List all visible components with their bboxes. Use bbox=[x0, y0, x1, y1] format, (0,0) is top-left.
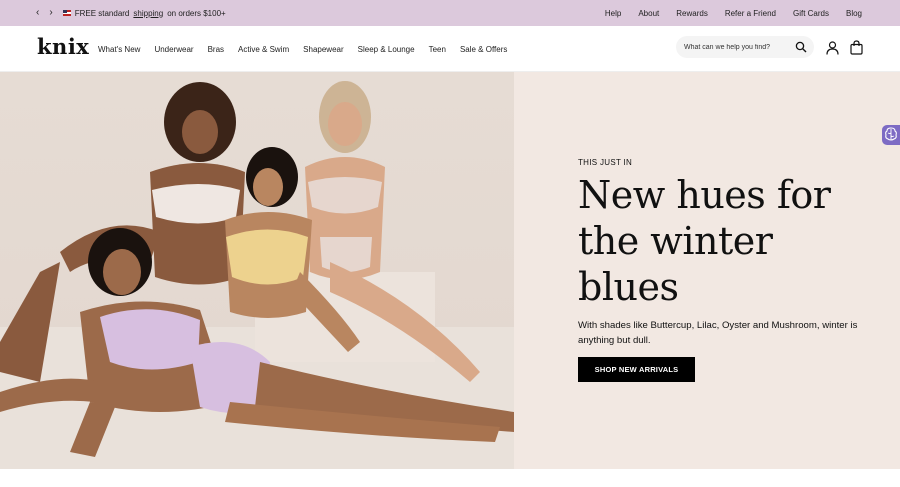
announcement-bar: ‹ › FREE standard shipping on orders $10… bbox=[0, 0, 900, 26]
hero-subcopy: With shades like Buttercup, Lilac, Oyste… bbox=[578, 320, 858, 346]
blog-link[interactable]: Blog bbox=[846, 9, 862, 18]
hero-headline: New hues for the winter blues bbox=[578, 173, 831, 309]
promo-shipping-link[interactable]: shipping bbox=[133, 9, 163, 18]
account-icon[interactable] bbox=[826, 41, 839, 55]
about-link[interactable]: About bbox=[638, 9, 659, 18]
shop-new-arrivals-button[interactable]: SHOP NEW ARRIVALS bbox=[578, 357, 695, 382]
announcement-promo: FREE standard shipping on orders $100+ bbox=[62, 8, 226, 18]
accessibility-widget[interactable] bbox=[882, 125, 900, 145]
nav-active-swim[interactable]: Active & Swim bbox=[238, 45, 289, 54]
hero-photo bbox=[0, 81, 514, 469]
page-bottom-strip bbox=[0, 469, 900, 487]
chevron-right-icon[interactable]: › bbox=[49, 8, 52, 18]
nav-sale-offers[interactable]: Sale & Offers bbox=[460, 45, 507, 54]
promo-prefix: FREE standard bbox=[74, 8, 130, 18]
search-icon[interactable] bbox=[795, 41, 807, 53]
search-input[interactable] bbox=[684, 43, 792, 51]
chevron-left-icon[interactable]: ‹ bbox=[36, 8, 39, 18]
hero-image[interactable] bbox=[0, 72, 514, 469]
search-bar[interactable] bbox=[676, 36, 814, 58]
promo-suffix: on orders $100+ bbox=[167, 8, 226, 18]
nav-shapewear[interactable]: Shapewear bbox=[303, 45, 343, 54]
refer-a-friend-link[interactable]: Refer a Friend bbox=[725, 9, 776, 18]
us-flag-icon bbox=[62, 10, 71, 16]
nav-underwear[interactable]: Underwear bbox=[154, 45, 193, 54]
nav-bras[interactable]: Bras bbox=[208, 45, 224, 54]
hero-banner: THIS JUST IN New hues for the winter blu… bbox=[0, 72, 900, 469]
bag-icon[interactable] bbox=[850, 40, 863, 55]
nav-whats-new[interactable]: What's New bbox=[98, 45, 140, 54]
brain-icon bbox=[885, 127, 897, 141]
main-nav: What's New Underwear Bras Active & Swim … bbox=[98, 26, 521, 72]
site-header: knix What's New Underwear Bras Active & … bbox=[0, 26, 900, 72]
help-link[interactable]: Help bbox=[605, 9, 621, 18]
rewards-link[interactable]: Rewards bbox=[676, 9, 708, 18]
hero-eyebrow: THIS JUST IN bbox=[578, 158, 633, 167]
nav-teen[interactable]: Teen bbox=[429, 45, 446, 54]
announcement-controls: ‹ › bbox=[36, 8, 53, 18]
nav-sleep-lounge[interactable]: Sleep & Lounge bbox=[358, 45, 415, 54]
knix-logo[interactable]: knix bbox=[37, 34, 89, 59]
gift-cards-link[interactable]: Gift Cards bbox=[793, 9, 829, 18]
utility-links: Help About Rewards Refer a Friend Gift C… bbox=[588, 0, 862, 26]
